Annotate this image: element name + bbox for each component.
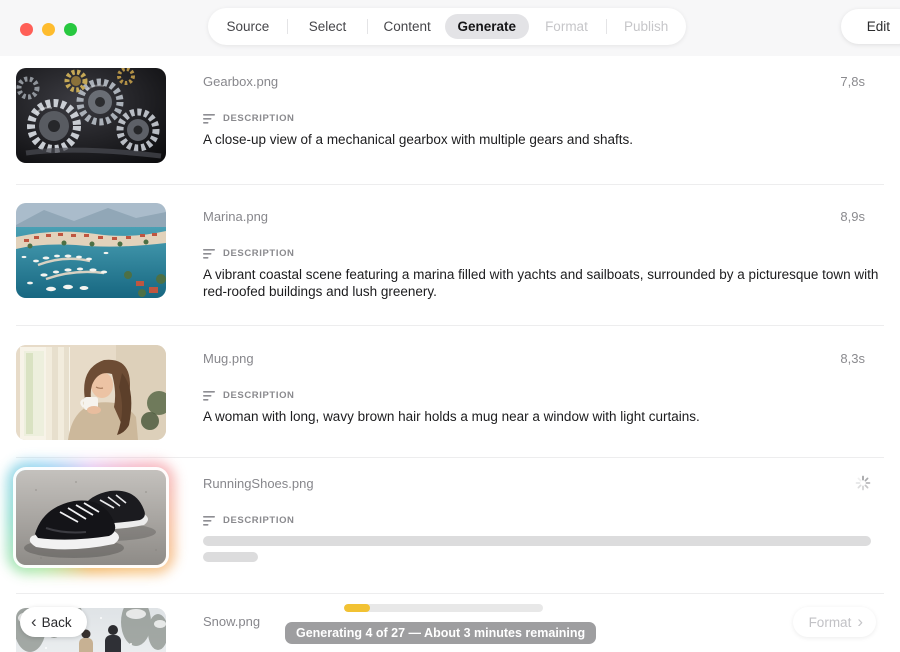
gearbox-image [16,68,166,163]
description-lines-icon [203,249,215,259]
tab-generate-label: Generate [445,14,530,39]
marina-image [16,203,166,298]
edit-button[interactable]: Edit [841,9,900,44]
thumbnail-marina[interactable] [16,203,166,298]
filename: Snow.png [203,614,260,629]
thumbnail-runningshoes[interactable] [16,470,166,565]
description-label: DESCRIPTION [223,113,295,124]
tab-content[interactable]: Content [367,19,447,34]
description-header: DESCRIPTION [203,248,295,259]
tab-source-label: Source [226,19,269,34]
filename: Marina.png [203,209,268,224]
description-label: DESCRIPTION [223,248,295,259]
runningshoes-image [16,470,166,565]
description-lines-icon [203,516,215,526]
duration: 7,8s [840,74,865,89]
description-text: A woman with long, wavy brown hair holds… [203,408,883,425]
description-label: DESCRIPTION [223,515,295,526]
tab-source[interactable]: Source [208,19,288,34]
tab-select[interactable]: Select [288,19,368,34]
tab-select-label: Select [309,19,347,34]
mug-image [16,345,166,440]
description-header: DESCRIPTION [203,515,295,526]
tab-format: Format [527,19,607,34]
tab-divider [606,19,607,34]
generation-status-badge: Generating 4 of 27 — About 3 minutes rem… [285,622,596,644]
description-label: DESCRIPTION [223,390,295,401]
filename: RunningShoes.png [203,476,314,491]
tab-publish: Publish [606,19,686,34]
zoom-window-button[interactable] [64,23,77,36]
row-divider [16,457,884,458]
description-header: DESCRIPTION [203,113,295,124]
back-button-label: Back [42,615,72,630]
tab-divider [367,19,368,34]
skeleton-line [203,552,258,562]
duration: 8,3s [840,351,865,366]
duration: 8,9s [840,209,865,224]
back-button[interactable]: ‹ Back [20,607,87,637]
minimize-window-button[interactable] [42,23,55,36]
chevron-left-icon: ‹ [31,613,37,630]
row-divider [16,184,884,185]
filename: Gearbox.png [203,74,278,89]
row-divider [16,325,884,326]
format-button-label: Format [809,615,852,630]
loading-spinner-icon [855,475,871,491]
tab-divider [287,19,288,34]
skeleton-line [203,536,871,546]
generating-glow [16,470,166,565]
format-button: Format › [793,607,876,637]
tab-content-label: Content [383,19,430,34]
description-text: A close-up view of a mechanical gearbox … [203,131,883,148]
generation-progress-bar [344,604,543,612]
chevron-right-icon: › [857,613,863,630]
filename: Mug.png [203,351,254,366]
tab-publish-label: Publish [624,19,668,34]
description-lines-icon [203,114,215,124]
progress-fill [344,604,370,612]
tab-generate[interactable]: Generate [447,14,527,39]
titlebar: Source Select Content Generate Format Pu… [0,0,900,56]
close-window-button[interactable] [20,23,33,36]
description-text: A vibrant coastal scene featuring a mari… [203,266,883,300]
step-tabs: Source Select Content Generate Format Pu… [208,8,686,45]
description-lines-icon [203,391,215,401]
thumbnail-mug[interactable] [16,345,166,440]
tab-format-label: Format [545,19,588,34]
thumbnail-gearbox[interactable] [16,68,166,163]
app-window: Source Select Content Generate Format Pu… [0,0,900,652]
row-divider [16,593,884,594]
traffic-lights [20,23,77,36]
description-header: DESCRIPTION [203,390,295,401]
